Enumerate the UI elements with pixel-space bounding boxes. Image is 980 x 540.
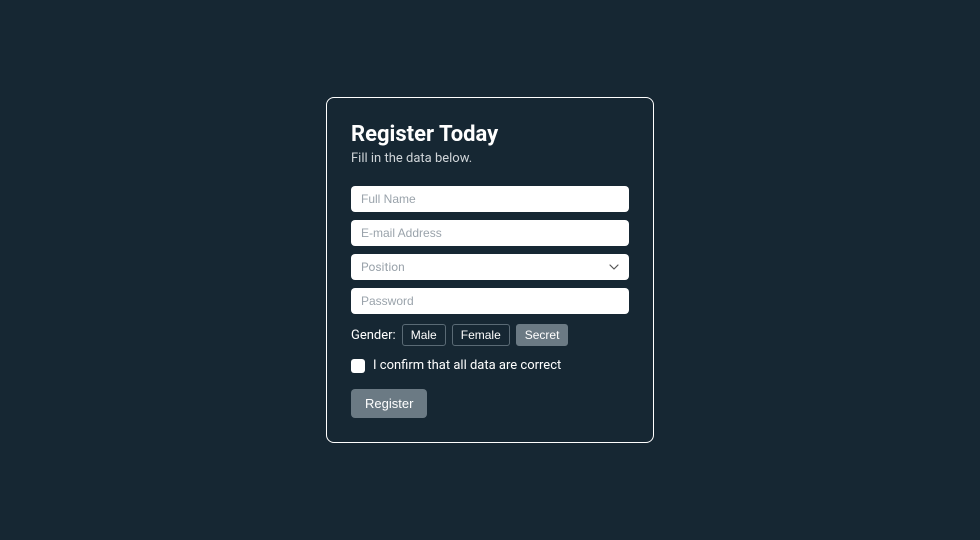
gender-label: Gender: xyxy=(351,328,396,343)
register-card: Register Today Fill in the data below. P… xyxy=(326,97,654,443)
gender-option-secret[interactable]: Secret xyxy=(516,324,569,346)
email-input[interactable] xyxy=(351,220,629,246)
gender-option-male[interactable]: Male xyxy=(402,324,446,346)
position-select[interactable]: Position xyxy=(351,254,629,280)
gender-row: Gender: Male Female Secret xyxy=(351,324,629,346)
chevron-down-icon xyxy=(609,262,619,272)
register-button[interactable]: Register xyxy=(351,389,427,418)
confirm-label: I confirm that all data are correct xyxy=(373,358,561,373)
position-placeholder: Position xyxy=(361,260,405,274)
form-subtitle: Fill in the data below. xyxy=(351,151,629,166)
gender-option-female[interactable]: Female xyxy=(452,324,510,346)
confirm-checkbox[interactable] xyxy=(351,359,365,373)
confirm-row: I confirm that all data are correct xyxy=(351,358,629,373)
form-title: Register Today xyxy=(351,122,629,147)
fullname-input[interactable] xyxy=(351,186,629,212)
position-select-wrapper: Position xyxy=(351,254,629,280)
password-input[interactable] xyxy=(351,288,629,314)
